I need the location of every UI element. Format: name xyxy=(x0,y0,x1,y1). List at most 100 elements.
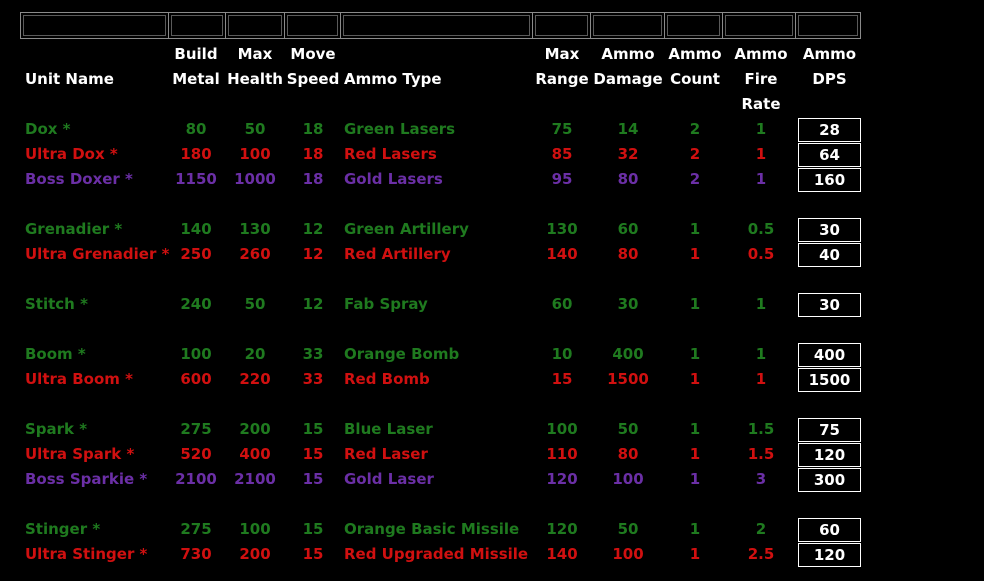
range-value: 15 xyxy=(551,370,573,388)
header-ammo-dps-line1: Ammo xyxy=(802,45,857,63)
unit-name: Ultra Boom * xyxy=(25,370,133,388)
dps-value-box[interactable]: 120 xyxy=(798,543,861,567)
rate-value: 1.5 xyxy=(747,420,775,438)
range-value: 120 xyxy=(546,520,578,538)
count-value: 1 xyxy=(689,470,701,488)
range-value: 100 xyxy=(546,420,578,438)
health-value: 20 xyxy=(244,345,266,363)
metal-value: 600 xyxy=(180,370,212,388)
ammo-value: Gold Laser xyxy=(344,470,434,488)
header-max-health-line1: Max xyxy=(237,45,273,63)
header-cell-max-range[interactable] xyxy=(533,13,591,38)
dps-value-box[interactable]: 400 xyxy=(798,343,861,367)
dps-value-box[interactable]: 1500 xyxy=(798,368,861,392)
range-value: 10 xyxy=(551,345,573,363)
health-value: 200 xyxy=(239,420,271,438)
header-move-speed-line2: Speed xyxy=(286,70,340,88)
health-value: 100 xyxy=(239,520,271,538)
metal-value: 275 xyxy=(180,420,212,438)
header-ammo-fire-rate-line1: Ammo xyxy=(734,45,788,63)
range-value: 60 xyxy=(551,295,573,313)
rate-value: 0.5 xyxy=(747,220,775,238)
dps-value-box[interactable]: 300 xyxy=(798,468,861,492)
health-value: 200 xyxy=(239,545,271,563)
health-value: 400 xyxy=(239,445,271,463)
metal-value: 1150 xyxy=(175,170,217,188)
speed-value: 15 xyxy=(302,420,324,438)
unit-name: Ultra Dox * xyxy=(25,145,118,163)
metal-value: 2100 xyxy=(175,470,217,488)
rate-value: 1 xyxy=(755,295,767,313)
range-value: 75 xyxy=(551,120,573,138)
header-move-speed-line1: Move xyxy=(290,45,336,63)
header-ammo-dps-line2: DPS xyxy=(812,70,847,88)
ammo-value: Red Bomb xyxy=(344,370,430,388)
header-unit-name-line2: Unit Name xyxy=(25,70,114,88)
header-cell-ammo-count[interactable] xyxy=(665,13,724,38)
header-cell-ammo-dps[interactable] xyxy=(796,13,860,38)
rate-value: 2.5 xyxy=(747,545,775,563)
range-value: 95 xyxy=(551,170,573,188)
speed-value: 12 xyxy=(302,220,324,238)
health-value: 50 xyxy=(244,295,266,313)
rate-value: 1 xyxy=(755,370,767,388)
header-cell-ammo-damage[interactable] xyxy=(591,13,666,38)
rate-value: 2 xyxy=(755,520,767,538)
ammo-value: Red Lasers xyxy=(344,145,437,163)
ammo-value: Red Upgraded Missile xyxy=(344,545,529,563)
speed-value: 33 xyxy=(302,370,324,388)
header-max-range-line2: Range xyxy=(535,70,589,88)
ammo-value: Orange Basic Missile xyxy=(344,520,520,538)
dps-value-box[interactable]: 60 xyxy=(798,518,861,542)
header-cell-ammo-fire-rate[interactable] xyxy=(723,13,797,38)
count-value: 2 xyxy=(689,120,701,138)
header-ammo-count-line1: Ammo xyxy=(668,45,722,63)
range-value: 140 xyxy=(546,245,578,263)
metal-value: 520 xyxy=(180,445,212,463)
damage-value: 30 xyxy=(617,295,639,313)
header-cell-max-health[interactable] xyxy=(226,13,286,38)
dps-value-box[interactable]: 120 xyxy=(798,443,861,467)
speed-value: 33 xyxy=(302,345,324,363)
range-value: 140 xyxy=(546,545,578,563)
header-cell-build-metal[interactable] xyxy=(169,13,226,38)
header-cell-unit-name[interactable] xyxy=(21,13,169,38)
speed-value: 18 xyxy=(302,120,324,138)
speed-value: 12 xyxy=(302,295,324,313)
dps-value-box[interactable]: 30 xyxy=(798,218,861,242)
dps-value-box[interactable]: 75 xyxy=(798,418,861,442)
metal-value: 240 xyxy=(180,295,212,313)
header-cell-move-speed[interactable] xyxy=(285,13,342,38)
dps-value-box[interactable]: 40 xyxy=(798,243,861,267)
range-value: 130 xyxy=(546,220,578,238)
dps-value-box[interactable]: 64 xyxy=(798,143,861,167)
damage-value: 50 xyxy=(617,520,639,538)
count-value: 1 xyxy=(689,295,701,313)
rate-value: 1 xyxy=(755,120,767,138)
damage-value: 80 xyxy=(617,445,639,463)
header-build-metal-line2: Metal xyxy=(172,70,220,88)
rate-value: 1 xyxy=(755,145,767,163)
rate-value: 1.5 xyxy=(747,445,775,463)
unit-name: Ultra Spark * xyxy=(25,445,135,463)
column-header-bar xyxy=(20,12,861,39)
rate-value: 3 xyxy=(755,470,767,488)
header-cell-ammo-type[interactable] xyxy=(341,13,533,38)
speed-value: 18 xyxy=(302,170,324,188)
damage-value: 80 xyxy=(617,170,639,188)
dps-value-box[interactable]: 160 xyxy=(798,168,861,192)
metal-value: 180 xyxy=(180,145,212,163)
metal-value: 730 xyxy=(180,545,212,563)
ammo-value: Green Lasers xyxy=(344,120,456,138)
damage-value: 100 xyxy=(612,545,644,563)
ammo-value: Red Artillery xyxy=(344,245,451,263)
count-value: 1 xyxy=(689,220,701,238)
range-value: 110 xyxy=(546,445,578,463)
speed-value: 15 xyxy=(302,445,324,463)
unit-name: Ultra Stinger * xyxy=(25,545,148,563)
dps-value-box[interactable]: 30 xyxy=(798,293,861,317)
count-value: 2 xyxy=(689,170,701,188)
health-value: 1000 xyxy=(234,170,276,188)
dps-value-box[interactable]: 28 xyxy=(798,118,861,142)
metal-value: 80 xyxy=(185,120,207,138)
